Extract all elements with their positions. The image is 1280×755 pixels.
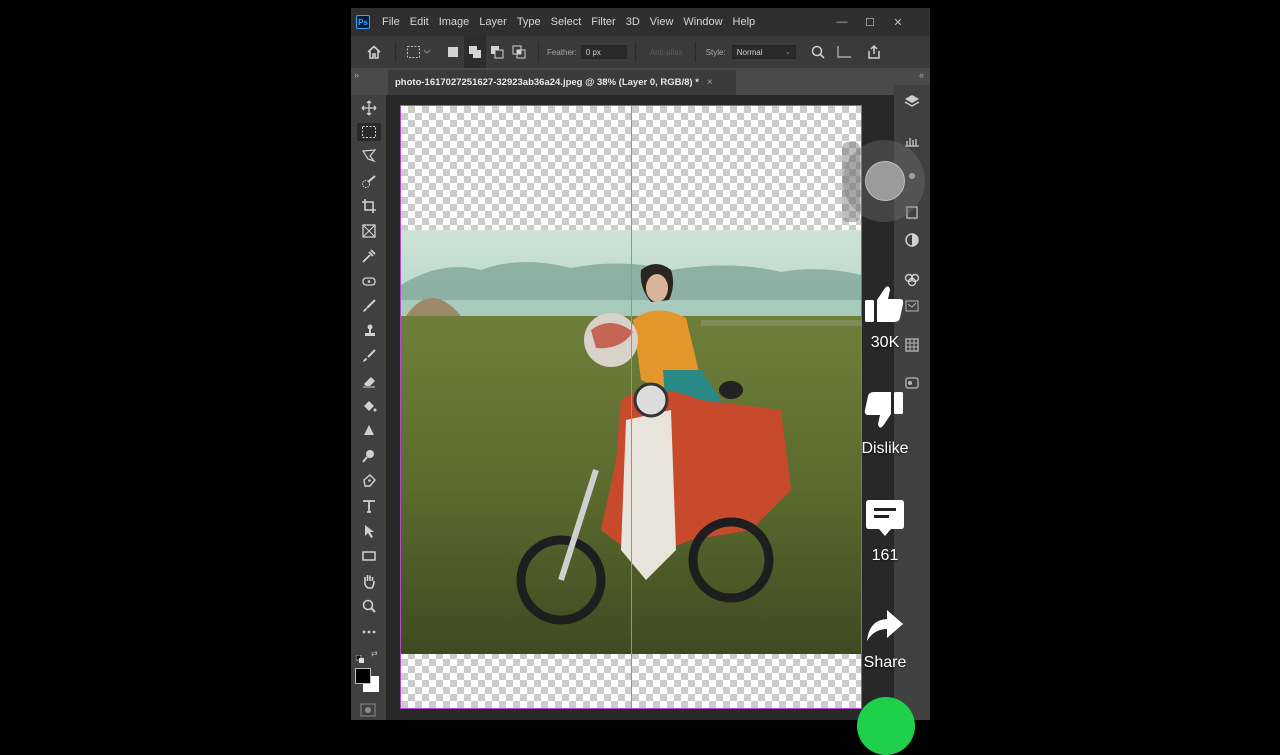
brushes-icon[interactable] <box>903 374 921 392</box>
search-icon[interactable] <box>806 36 830 68</box>
lasso-icon[interactable] <box>360 147 378 165</box>
type-icon[interactable] <box>360 497 378 515</box>
tools-panel: ⇄ <box>351 95 386 720</box>
document-tab[interactable]: photo-1617027251627-32923ab36a24.jpeg @ … <box>388 70 736 95</box>
like-count: 30K <box>870 334 900 351</box>
comment-icon <box>866 500 904 536</box>
close-window-button[interactable]: ✕ <box>884 16 912 29</box>
thumbs-down-icon <box>864 392 903 428</box>
menu-file[interactable]: File <box>377 8 405 36</box>
eraser-icon[interactable] <box>360 372 378 390</box>
swap-colors-icon[interactable]: ⇄ <box>371 649 378 658</box>
feather-label: Feather: <box>547 47 577 57</box>
style-select[interactable]: Normal ⌄ <box>731 45 796 59</box>
frame-icon[interactable] <box>360 222 378 240</box>
menu-list: File Edit Image Layer Type Select Filter… <box>377 8 760 36</box>
remix-button[interactable] <box>857 697 915 755</box>
share-document-icon[interactable] <box>862 36 886 68</box>
paint-bucket-icon[interactable] <box>360 397 378 415</box>
share-label: Share <box>863 654 907 671</box>
floating-handle-dot[interactable] <box>865 161 905 201</box>
zoom-icon[interactable] <box>360 597 378 615</box>
marquee-icon[interactable] <box>357 123 381 141</box>
menu-view[interactable]: View <box>645 8 679 36</box>
more-tools-icon[interactable] <box>360 623 378 641</box>
spot-healing-icon[interactable] <box>360 272 378 290</box>
photoshop-logo: Ps <box>356 15 370 29</box>
menu-layer[interactable]: Layer <box>474 8 512 36</box>
history-brush-icon[interactable] <box>360 347 378 365</box>
eyedropper-icon[interactable] <box>360 247 378 265</box>
style-label: Style: <box>705 47 726 57</box>
move-icon[interactable] <box>360 99 378 117</box>
style-value: Normal <box>736 48 763 57</box>
hand-icon[interactable] <box>360 572 378 590</box>
properties-icon[interactable] <box>903 297 921 315</box>
menu-image[interactable]: Image <box>434 8 475 36</box>
brush-icon[interactable] <box>360 297 378 315</box>
window-controls: — ☐ ✕ <box>828 8 912 36</box>
pen-icon[interactable] <box>360 472 378 490</box>
menu-bar: Ps File Edit Image Layer Type Select Fil… <box>351 8 930 36</box>
intersect-selection-icon[interactable] <box>508 36 530 68</box>
menu-window[interactable]: Window <box>678 8 727 36</box>
workspace-icon[interactable] <box>832 36 856 68</box>
menu-help[interactable]: Help <box>728 8 761 36</box>
menu-3d[interactable]: 3D <box>621 8 645 36</box>
paths-icon[interactable] <box>903 270 921 288</box>
share-arrow-icon <box>867 610 903 641</box>
photoshop-window: Ps File Edit Image Layer Type Select Fil… <box>351 8 930 720</box>
close-tab-icon[interactable]: × <box>707 77 713 88</box>
clone-stamp-icon[interactable] <box>360 322 378 340</box>
document-title: photo-1617027251627-32923ab36a24.jpeg @ … <box>395 77 699 88</box>
quick-mask-icon[interactable] <box>360 703 376 720</box>
maximize-button[interactable]: ☐ <box>856 16 884 29</box>
new-selection-icon[interactable] <box>442 36 464 68</box>
options-bar: Feather: 0 px Anti-alias Style: Normal ⌄ <box>351 36 930 68</box>
blur-icon[interactable] <box>360 422 378 440</box>
dislike-button[interactable] <box>863 390 905 435</box>
feather-input[interactable]: 0 px <box>580 45 627 59</box>
canvas-area[interactable] <box>386 95 894 720</box>
dislike-label: Dislike <box>861 440 909 457</box>
document-canvas[interactable] <box>400 105 862 709</box>
vertical-guide[interactable] <box>631 106 632 708</box>
minimize-button[interactable]: — <box>828 16 856 28</box>
menu-select[interactable]: Select <box>546 8 587 36</box>
menu-type[interactable]: Type <box>512 8 546 36</box>
anti-alias-checkbox[interactable]: Anti-alias <box>650 48 683 57</box>
comments-button[interactable] <box>865 498 905 543</box>
channels-icon[interactable] <box>903 231 921 249</box>
home-icon[interactable] <box>361 36 387 68</box>
chevron-down-icon: ⌄ <box>784 49 791 56</box>
dodge-icon[interactable] <box>360 447 378 465</box>
like-button[interactable] <box>863 284 905 329</box>
menu-edit[interactable]: Edit <box>405 8 434 36</box>
quick-select-icon[interactable] <box>360 173 378 191</box>
document-tab-bar: » photo-1617027251627-32923ab36a24.jpeg … <box>351 68 930 95</box>
add-to-selection-icon[interactable] <box>464 36 486 68</box>
rectangle-icon[interactable] <box>360 547 378 565</box>
path-selection-icon[interactable] <box>360 522 378 540</box>
foreground-color-swatch[interactable] <box>355 668 371 684</box>
crop-icon[interactable] <box>360 197 378 215</box>
default-colors-icon[interactable] <box>355 650 364 663</box>
layers-icon[interactable] <box>903 92 921 110</box>
thumbs-up-icon <box>865 286 904 322</box>
menu-filter[interactable]: Filter <box>586 8 620 36</box>
collapse-left-icon[interactable]: » <box>354 70 359 80</box>
collapse-right-icon[interactable]: « <box>919 70 924 80</box>
share-button[interactable] <box>865 608 905 649</box>
marquee-preset-icon[interactable] <box>404 36 434 68</box>
comment-count: 161 <box>871 547 899 564</box>
subtract-from-selection-icon[interactable] <box>486 36 508 68</box>
